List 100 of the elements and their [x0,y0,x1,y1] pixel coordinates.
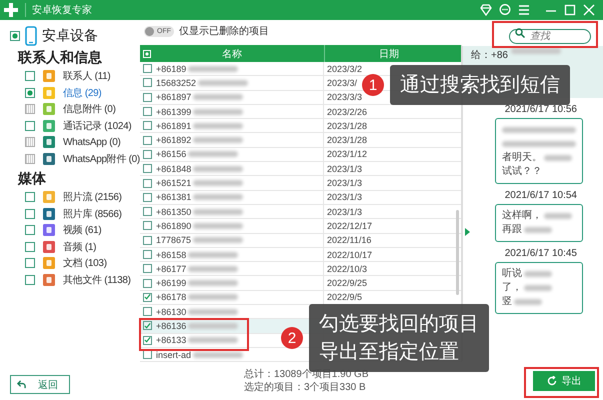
category-item[interactable]: 照片流 (2156) [63,190,122,204]
blurred-text [193,208,244,215]
maximize-icon[interactable] [564,4,576,16]
category-item[interactable]: 照片库 (8566) [63,206,122,221]
blurred-text [188,151,238,158]
row-checkbox[interactable] [143,236,152,245]
select-all-checkbox[interactable] [143,50,151,58]
category-checkbox[interactable] [25,258,35,268]
recipient-label: 给：+86 [471,49,508,62]
category-item[interactable]: 音频 (1) [63,240,96,254]
back-arrow-icon [17,380,26,389]
collapse-arrow-icon[interactable] [465,228,470,236]
table-cell: 2023/3/2 [327,64,362,74]
message-text: 这样啊， [502,209,542,223]
row-checkbox[interactable] [143,107,152,116]
blurred-text [188,308,238,315]
row-checkbox[interactable] [143,336,152,345]
blurred-text [193,194,244,200]
filter-label: 仅显示已删除的项目 [179,25,269,38]
row-checkbox[interactable] [143,64,152,74]
message-time: 2021/6/17 10:56 [504,104,577,115]
row-checkbox[interactable] [143,250,152,259]
plus-logo-icon [4,3,18,17]
category-item[interactable]: 视频 (61) [63,223,102,238]
table-cell: 2023/1/28 [327,120,368,131]
row-checkbox[interactable] [143,207,152,216]
table-cell: 2023/3/3 [327,92,362,102]
back-button[interactable]: 返回 [10,375,70,394]
callout-text: 通过搜索找到短信 [400,73,560,98]
blurred-text [193,237,244,244]
close-icon[interactable] [583,4,595,16]
row-checkbox[interactable] [143,121,152,130]
category-checkbox[interactable] [25,225,35,236]
category-checkbox[interactable] [25,71,35,82]
row-checkbox[interactable] [143,321,152,330]
category-checkbox[interactable] [25,88,35,98]
table-cell: 2023/1/3 [327,192,362,202]
category-item[interactable]: 其他文件 (1138) [63,272,131,287]
table-cell: 2022/11/16 [327,235,372,246]
row-checkbox[interactable] [143,92,152,102]
table-cell: 2022/10/17 [327,250,372,260]
row-checkbox[interactable] [143,264,152,274]
table-cell: +861890 [156,220,192,231]
row-checkbox[interactable] [143,350,152,360]
message-text: 竖 [502,295,512,309]
row-checkbox[interactable] [143,221,152,230]
message-text: 试试？？ [502,165,542,179]
category-checkbox[interactable] [25,120,35,131]
blurred-text [193,166,244,172]
category-checkbox[interactable] [25,242,35,252]
table-cell: 2023/3/ [327,78,358,88]
row-checkbox[interactable] [143,292,152,302]
category-checkbox[interactable] [25,192,35,202]
search-icon [515,28,525,38]
category-checkbox[interactable] [25,274,35,285]
table-cell: +86189 [156,64,186,74]
row-checkbox[interactable] [143,307,152,316]
table-cell: 1778675 [156,235,192,246]
chat-icon[interactable] [499,4,511,16]
row-checkbox[interactable] [143,136,152,145]
category-item[interactable]: 文档 (103) [63,256,107,270]
blurred-text [193,137,244,144]
category-item[interactable]: 联系人 (11) [63,69,110,84]
table-cell: 2023/1/12 [327,149,368,160]
blurred-text [188,252,238,258]
blurred-text [193,352,244,358]
table-cell: 2023/1/28 [327,135,368,146]
category-checkbox[interactable] [25,208,35,219]
device-checkbox[interactable] [10,31,20,41]
diamond-icon[interactable] [480,4,492,16]
table-cell: insert-ad [156,350,192,360]
table-cell: +86177 [156,264,186,274]
blurred-text [188,266,238,272]
search-field[interactable]: 查找 [509,28,591,44]
table-cell: 2023/2/26 [327,106,368,117]
row-checkbox[interactable] [143,192,152,202]
row-checkbox[interactable] [143,150,152,159]
menu-icon[interactable] [518,4,530,16]
table-cell: +861350 [156,206,192,217]
table-cell: +86158 [156,250,186,260]
callout-text: 勾选要找回的项目 [319,312,479,337]
table-cell: 2022/10/3 [327,264,368,274]
blurred-text [193,180,244,186]
row-checkbox[interactable] [143,78,152,88]
table-cell: 2022/9/25 [327,278,368,288]
table-cell: 15683252 [156,78,196,88]
scrollbar-thumb[interactable] [456,210,459,295]
category-item[interactable]: 通话记录 (1024) [63,118,132,133]
category-item[interactable]: 信息 (29) [63,86,102,100]
row-checkbox[interactable] [143,164,152,174]
blurred-text [193,122,244,129]
table-cell: 2022/9/5 [327,292,362,302]
blurred-text [193,108,244,115]
window-title: 安卓恢复专家 [25,3,92,17]
device-label: 安卓设备 [42,27,98,45]
blurred-text [510,48,561,54]
message-time: 2021/6/17 10:54 [504,190,577,201]
row-checkbox[interactable] [143,178,152,188]
message-time: 2021/6/17 10:45 [504,248,577,259]
row-checkbox[interactable] [143,278,152,288]
